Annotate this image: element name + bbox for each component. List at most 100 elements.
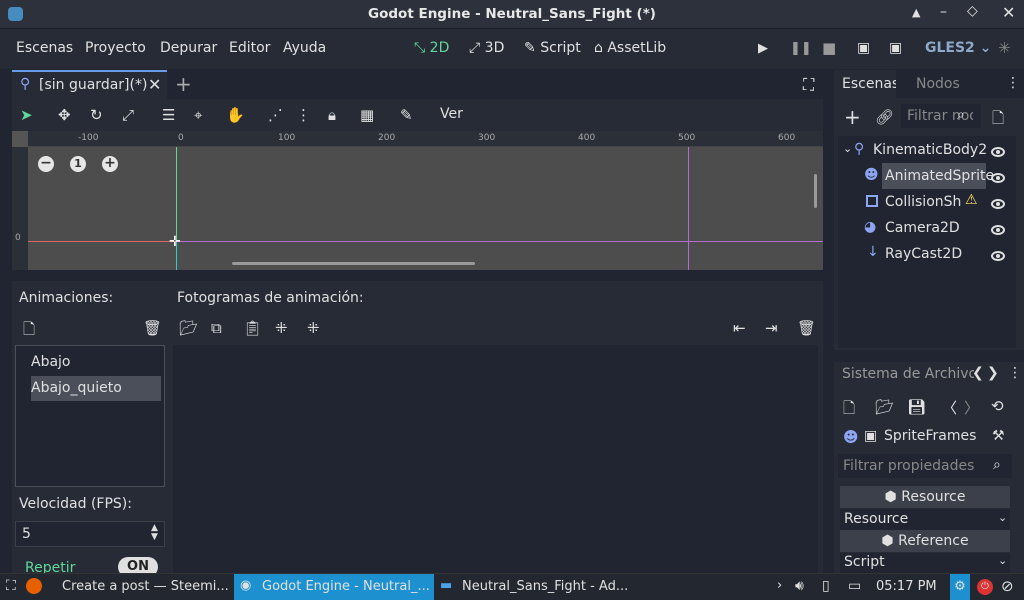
spin-arrows-icon[interactable]: ▲ ▼ [151,524,158,542]
tree-node-collisionshape[interactable]: CollisionSh ⚠ [842,189,1016,215]
object-history-icon[interactable]: ⟲ [991,397,1004,415]
open-resource-icon[interactable]: 📂︎ [875,398,894,416]
new-resource-icon[interactable]: 🗋︎ [843,398,855,423]
animations-list[interactable]: Abajo Abajo_quieto [15,345,165,487]
visibility-eye-icon[interactable] [991,251,1005,261]
rotate-mode-icon[interactable]: ↻ [90,106,103,124]
move-right-icon[interactable]: ⇥ [765,319,778,337]
visibility-eye-icon[interactable] [991,225,1005,235]
volume-icon[interactable]: 🔊︎ [795,578,804,594]
power-icon[interactable]: ⏻ [977,579,993,595]
taskbar-item-godot[interactable]: ◉ Godot Engine - Neutral_... [234,574,434,600]
load-frames-icon[interactable]: 📂︎ [179,319,198,337]
tray-expand-icon[interactable]: › [777,578,782,593]
tab-scroll-left-icon[interactable]: ❮ [972,365,984,381]
close-tab-icon[interactable]: ✕ [148,75,161,94]
app-menu-icon[interactable]: ⛶ [6,578,16,594]
new-animation-icon[interactable]: 🗋︎ [23,319,35,344]
filter-nodes-input[interactable]: Filtrar nodos ⌕ [901,104,981,128]
close-icon[interactable]: ✕ [1002,3,1015,22]
horizontal-scrollbar[interactable] [232,262,475,265]
filter-properties-input[interactable]: Filtrar propiedades ⌕ [838,454,1012,478]
pause-icon[interactable]: ❚❚ [790,41,812,56]
resource-select[interactable]: Resource ⌄ [840,509,1010,530]
menu-proyecto[interactable]: Proyecto [85,40,146,56]
renderer-select[interactable]: GLES2 ⌄ [925,40,991,56]
tab-nodes[interactable]: Nodos ⋮ [896,70,1024,98]
move-mode-icon[interactable]: ✥ [58,106,71,124]
visibility-eye-icon[interactable] [991,147,1005,157]
tree-node-raycast2d[interactable]: ↓ RayCast2D [842,241,1016,267]
section-reference[interactable]: ⬢ Reference [840,530,1010,552]
object-properties-icon[interactable]: ⚒ [992,428,1005,444]
section-resource[interactable]: ⬢ Resource [840,486,1010,508]
maximize-icon[interactable]: ◇ [967,3,978,19]
instance-scene-icon[interactable]: 🔗︎ [875,108,894,126]
history-back-icon[interactable]: 〈 [942,397,957,418]
pivot-icon[interactable]: ⌖ [194,106,202,124]
add-tab-icon[interactable]: + [175,72,192,96]
menu-editor[interactable]: Editor [229,40,270,56]
tab-scroll-right-icon[interactable]: ❯ [987,365,999,381]
workspace-3d-button[interactable]: ⤢ 3D [469,40,504,56]
canvas-viewport[interactable]: ✛ − 1 + [28,147,823,270]
minimize-icon[interactable]: – [940,4,947,20]
view-menu[interactable]: Ver [440,106,463,122]
warning-icon[interactable]: ⚠ [965,192,978,208]
insert-after-icon[interactable]: ⁜ [307,319,320,337]
select-mode-icon[interactable]: ➤ [20,106,33,124]
play-icon[interactable]: ▶ [758,41,768,56]
lock-icon[interactable]: 🔒︎ [328,106,336,124]
delete-frame-icon[interactable]: 🗑︎ [797,319,816,337]
distraction-free-icon[interactable]: ⛶ [803,75,814,95]
history-forward-icon[interactable]: 〉 [964,397,979,418]
window-shade-icon[interactable]: ▲ [912,6,920,19]
zoom-reset-button[interactable]: 1 [70,156,86,172]
filesystem-tab[interactable]: Sistema de Archivos [842,366,974,382]
play-custom-scene-icon[interactable]: ▣ [889,40,902,56]
list-select-icon[interactable]: ☰ [162,106,175,124]
speed-spinbox[interactable]: 5 ▲ ▼ [15,521,165,547]
copy-frame-icon[interactable]: ⧉ [211,319,222,337]
battery-icon[interactable]: ▯ [822,578,830,594]
skeleton-icon[interactable]: ✎ [400,106,413,124]
save-resource-icon[interactable]: 💾︎ [907,398,926,416]
taskbar-item-filemanager[interactable]: ▬ Neutral_Sans_Fight - Ad... [436,574,636,600]
tab-scenes[interactable]: Escenas [834,70,899,98]
dock-menu-icon[interactable]: ⋮ [1008,365,1022,381]
add-node-icon[interactable]: + [844,105,861,129]
snap-icon[interactable]: ⋰ [268,106,283,124]
paste-frame-icon[interactable]: 📋︎ [243,319,262,337]
chevron-down-icon[interactable]: ⌄ [843,142,852,155]
snap-options-icon[interactable]: ⋮ [296,106,311,124]
move-left-icon[interactable]: ⇤ [733,319,746,337]
play-scene-icon[interactable]: ▣ [857,40,870,56]
zoom-in-icon[interactable]: + [102,156,118,172]
pan-icon[interactable]: ✋ [226,106,245,124]
list-item-selected[interactable]: Abajo_quieto [31,376,161,401]
menu-depurar[interactable]: Depurar [160,40,217,56]
dock-menu-icon[interactable]: ⋮ [1006,75,1020,91]
attach-script-icon[interactable]: 🗋︎ [992,108,1004,133]
resource-name[interactable]: SpriteFrames [884,428,976,444]
menu-escenas[interactable]: Escenas [16,40,73,56]
taskbar-item-browser[interactable]: Create a post — Steemi... [52,574,232,600]
scale-mode-icon[interactable]: ⤢ [122,106,134,124]
clock[interactable]: 05:17 PM [876,579,937,594]
workspace-script-button[interactable]: ✎ Script [524,40,581,56]
workspace-2d-button[interactable]: ⤡ 2D [414,40,449,56]
zoom-out-icon[interactable]: − [38,156,54,172]
workspace-assetlib-button[interactable]: ⌂ AssetLib [594,40,666,56]
frames-area[interactable] [173,345,818,573]
tree-node-animatedsprite[interactable]: ☻ AnimatedSprite [842,163,1016,189]
visibility-eye-icon[interactable] [991,199,1005,209]
script-select[interactable]: Script ⌄ [840,553,1010,573]
logout-icon[interactable]: ⊘ [1001,577,1014,595]
tree-node-kinematicbody2[interactable]: ⌄ ⚲ KinematicBody2 [842,137,1016,163]
insert-before-icon[interactable]: ⁜ [275,319,288,337]
display-icon[interactable]: ▭ [848,578,861,594]
delete-animation-icon[interactable]: 🗑︎ [143,319,162,337]
tree-node-camera2d[interactable]: ◕ Camera2D [842,215,1016,241]
group-icon[interactable]: ▦ [360,106,374,124]
scene-tab[interactable]: ⚲ [sin guardar](*) ✕ [12,70,167,99]
